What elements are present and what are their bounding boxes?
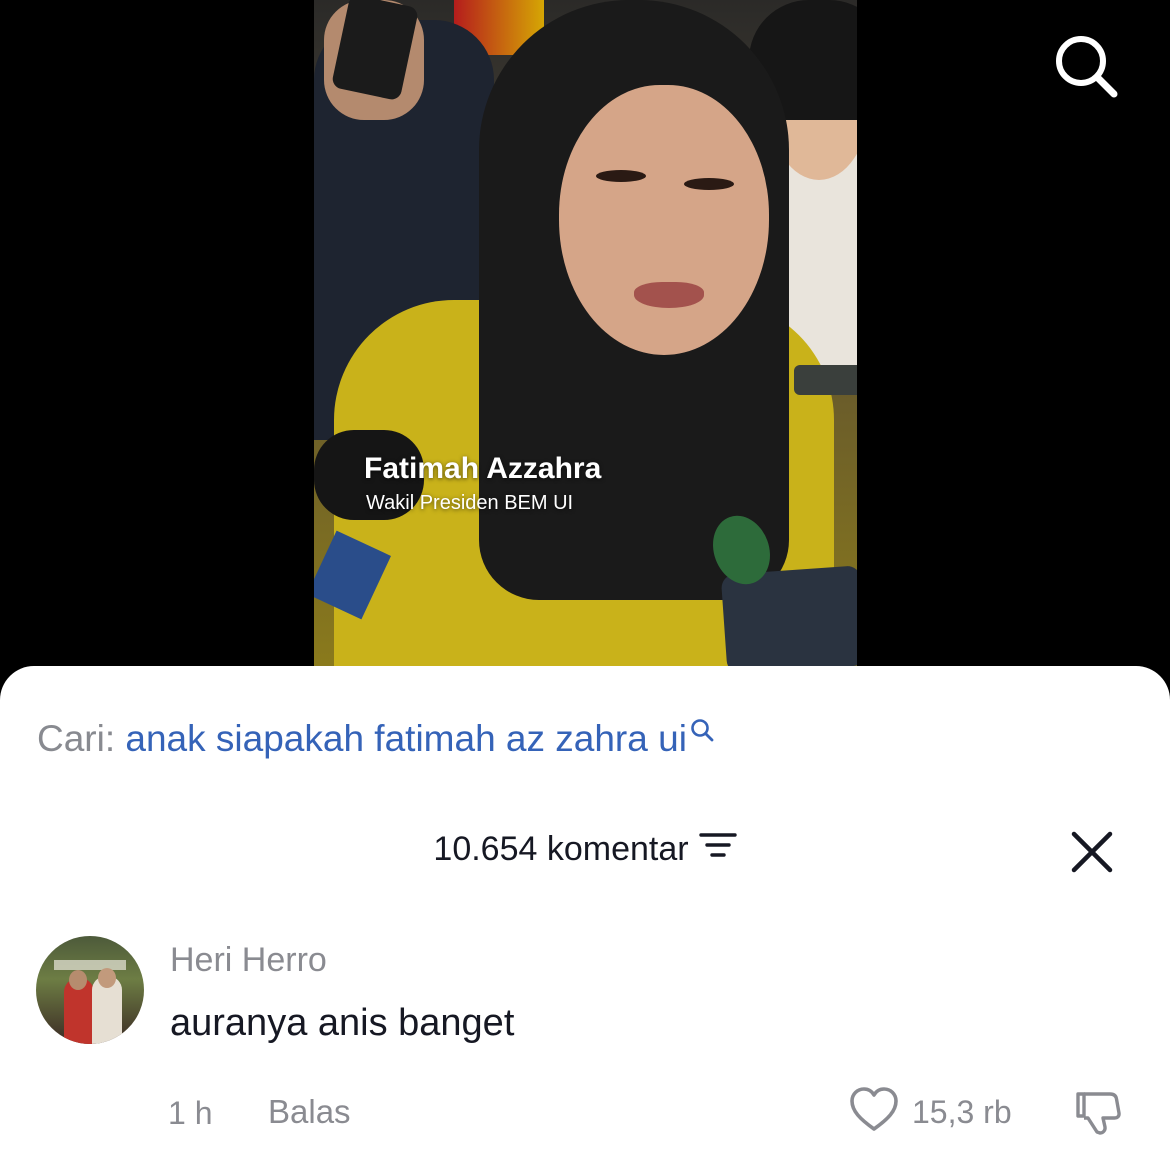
sort-icon[interactable] xyxy=(698,829,737,868)
search-suggestion[interactable]: Cari: anak siapakah fatimah az zahra ui xyxy=(37,718,715,760)
search-button[interactable] xyxy=(1050,30,1122,102)
search-suggestion-query[interactable]: anak siapakah fatimah az zahra ui xyxy=(125,718,687,759)
comments-header: 10.654 komentar xyxy=(0,830,1170,869)
comment-count: 10.654 komentar xyxy=(433,830,689,868)
heart-icon xyxy=(850,1087,898,1131)
video-caption-title: Wakil Presiden BEM UI xyxy=(366,492,574,514)
recording-phone xyxy=(794,365,857,395)
speaker-mouth xyxy=(634,282,704,308)
avatar-face xyxy=(69,970,87,990)
avatar[interactable] xyxy=(36,936,144,1044)
dislike-button[interactable] xyxy=(1070,1086,1124,1140)
search-icon xyxy=(689,710,715,752)
like-button[interactable] xyxy=(848,1084,900,1136)
video-player[interactable]: Fatimah Azzahra Wakil Presiden BEM UI xyxy=(0,0,1170,700)
close-icon xyxy=(1071,831,1113,873)
close-button[interactable] xyxy=(1068,828,1116,876)
comments-panel: Cari: anak siapakah fatimah az zahra ui … xyxy=(0,666,1170,1165)
search-suggestion-prefix: Cari: xyxy=(37,718,116,759)
video-frame[interactable]: Fatimah Azzahra Wakil Presiden BEM UI xyxy=(314,0,857,666)
comment-author[interactable]: Heri Herro xyxy=(170,941,327,980)
reply-button[interactable]: Balas xyxy=(268,1093,351,1131)
comment-timestamp: 1 h xyxy=(168,1095,213,1131)
comment-item: Heri Herro auranya anis banget 1 h Balas… xyxy=(0,936,1170,1165)
video-caption-name: Fatimah Azzahra xyxy=(364,452,602,485)
speaker-eye-left xyxy=(596,170,646,182)
thumbs-down-icon xyxy=(1076,1092,1121,1135)
comment-text: auranya anis banget xyxy=(170,1002,515,1044)
speaker-face xyxy=(559,85,769,355)
speaker-eye-right xyxy=(684,178,734,190)
search-icon xyxy=(1056,36,1118,98)
avatar-face xyxy=(98,968,116,988)
like-count: 15,3 rb xyxy=(912,1094,1012,1130)
avatar-sign xyxy=(54,960,126,970)
